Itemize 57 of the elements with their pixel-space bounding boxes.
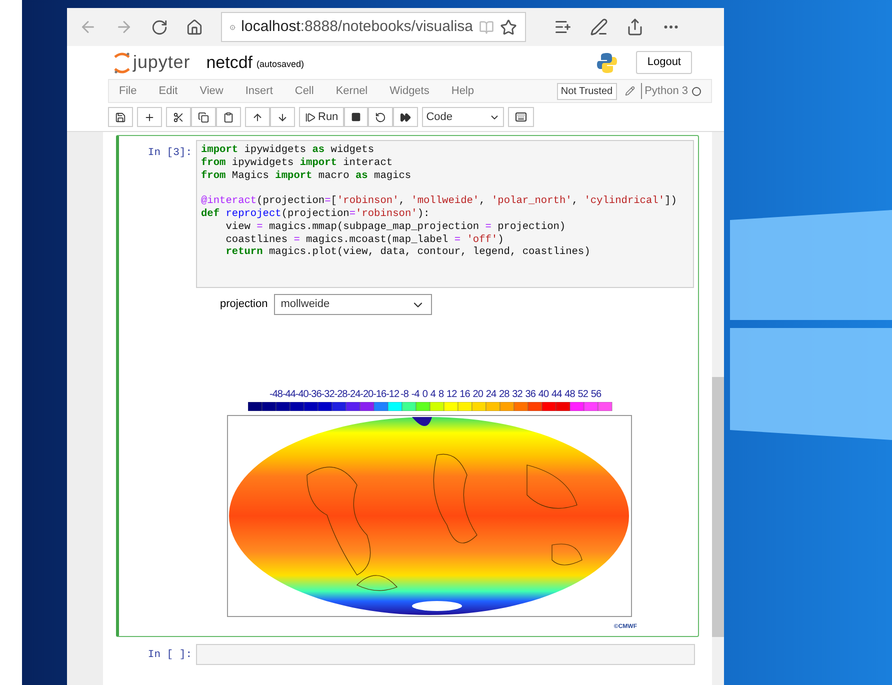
menu-item[interactable]: View	[200, 82, 224, 100]
input-prompt: In [3]:	[146, 146, 193, 161]
colorbar-tick-label: -16	[373, 388, 386, 402]
menu-item[interactable]: Edit	[158, 82, 178, 100]
save-status: (autosaved)	[256, 58, 304, 71]
menu-item[interactable]: Kernel	[336, 82, 368, 100]
colorbar-tick-label: -12	[386, 388, 400, 402]
colorbar-tick-label: -44	[282, 388, 296, 402]
input-prompt: In [ ]:	[146, 648, 193, 663]
colorbar-tick-label: -4	[410, 388, 420, 402]
colorbar-tick-label: 40	[537, 388, 550, 402]
code-line: coastlines = magics.mcoast(map_label = 'off')	[224, 234, 504, 246]
trust-indicator[interactable]: Not Trusted	[556, 82, 617, 100]
menu-item[interactable]: File	[119, 82, 137, 100]
menu-item[interactable]: Help	[451, 82, 474, 100]
colorbar-tick-label: -20	[360, 388, 374, 402]
code-line: from ipywidgets import interact	[201, 156, 393, 170]
colorbar-tick-label: 36	[524, 388, 536, 402]
colorbar-tick-label: 52	[576, 388, 589, 402]
notebook-name[interactable]: netcdf	[206, 50, 252, 76]
colorbar-tick-label: -36	[308, 388, 322, 402]
code-line: from Magics import macro as magics	[201, 170, 412, 182]
colorbar-tick-label: 12	[446, 388, 458, 402]
code-line: @interact(projection=['robinson', 'mollweide', 'polar_north', 'cylindrical'])	[201, 195, 677, 208]
colorbar-tick-label: -48	[269, 388, 282, 402]
url-text: localhost:8888/notebooks/visualisa	[241, 16, 473, 37]
logout-button[interactable]: Logout	[636, 51, 692, 74]
colorbar-tick-label: 8	[437, 388, 445, 402]
colorbar-tick-label: 4	[429, 388, 437, 402]
colorbar-tick-label: 44	[550, 388, 563, 402]
colorbar-tick-label: -24	[347, 388, 360, 402]
colorbar-tick-label: -28	[334, 388, 348, 402]
cell-type-dropdown[interactable]: Code	[422, 107, 504, 127]
colorbar-tick-label: -32	[321, 388, 334, 402]
colorbar-tick-label: 0	[421, 388, 428, 402]
colorbar-tick-label: 28	[498, 388, 510, 402]
colorbar-tick-label: 48	[564, 388, 576, 402]
code-line: view = magics.mmap(subpage_map_projection = projection)	[224, 220, 566, 234]
code-line: import ipywidgets as widgets	[201, 144, 374, 157]
menu-item[interactable]: Insert	[245, 82, 273, 100]
colorbar-tick-label: -8	[400, 388, 410, 402]
colorbar-tick-label: 32	[511, 388, 524, 402]
kernel-name: Python 3	[640, 82, 688, 100]
projection-dropdown[interactable]: mollweide	[274, 294, 432, 315]
code-line: return magics.plot(view, data, contour, legend, coastlines)	[224, 246, 590, 260]
colorbar-tick-label: 56	[590, 388, 602, 402]
colorbar-tick-label: 24	[484, 388, 498, 402]
menu-item[interactable]: Widgets	[390, 82, 430, 100]
run-button[interactable]: Run	[299, 107, 344, 127]
jupyter-wordmark: jupyter	[133, 51, 190, 74]
colorbar-tick-label: 20	[472, 388, 484, 402]
code-line: def reproject(projection='robinson'):	[201, 208, 430, 221]
colorbar-tick-label: 16	[458, 388, 471, 402]
widget-label: projection	[220, 297, 268, 312]
menu-item[interactable]: Cell	[294, 82, 314, 100]
colorbar-tick-label: -40	[295, 388, 308, 402]
address-bar[interactable]: localhost:8888/notebooks/visualisa	[221, 12, 526, 42]
